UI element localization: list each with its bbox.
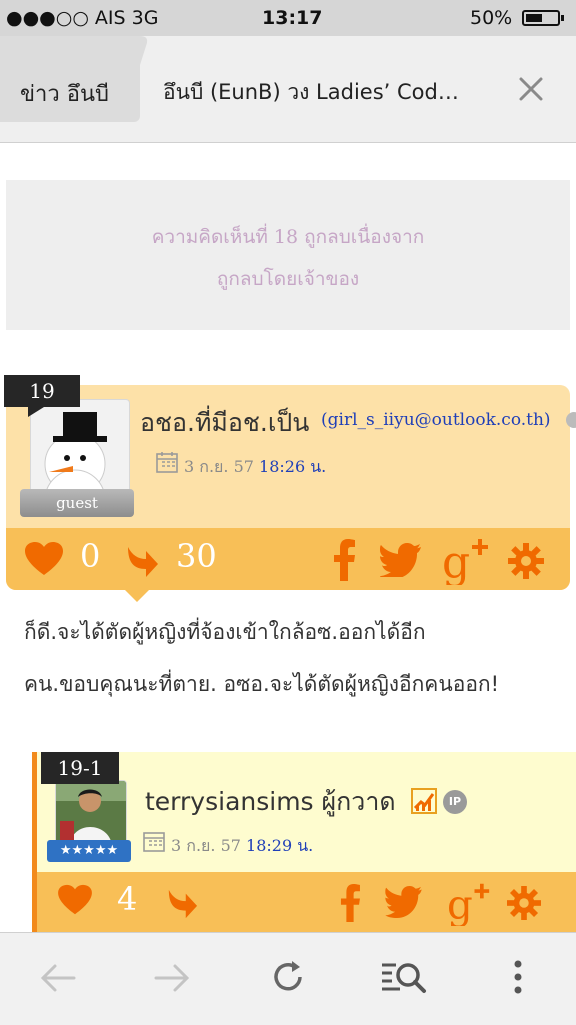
commenter-email[interactable]: (girl_s_iiyu@outlook.co.th) xyxy=(321,410,551,430)
reply-like-count: 4 xyxy=(117,880,138,918)
tab-edge-shape xyxy=(112,36,148,122)
number-tag-tail xyxy=(28,407,44,417)
reply-date: 3 ก.ย. 57 18:29 น. xyxy=(171,836,314,855)
battery-icon xyxy=(522,10,564,26)
comment-date: 3 ก.ย. 57 18:26 น. xyxy=(184,457,327,476)
browser-toolbar xyxy=(0,932,576,1025)
reply-card: ★★★★★ 19-1 terrysiansims ผู้กวาด IP 3 ก.… xyxy=(32,752,576,932)
comment-body-line1: ก็ดี.จะได้ตัดผู้หญิงที่จ้องเข้าใกล้อซ.ออ… xyxy=(24,620,426,644)
card-pointer xyxy=(122,587,152,602)
snowman-icon xyxy=(44,412,107,531)
twitter-icon[interactable] xyxy=(385,886,423,918)
calendar-icon xyxy=(156,452,178,473)
comment-body-line2: คน.ขอบคุณนะที่ตาย. อซอ.จะได้ตัดผู้หญิงอี… xyxy=(24,672,500,696)
chart-badge-icon xyxy=(411,788,437,814)
scroll-indicator xyxy=(566,412,576,428)
ip-badge: IP xyxy=(443,790,467,814)
comment-number: 19 xyxy=(4,375,80,407)
close-tab-icon[interactable] xyxy=(514,72,548,106)
heart-icon[interactable] xyxy=(24,541,64,577)
google-plus-icon[interactable]: g xyxy=(447,880,491,926)
comment-body: ก็ดี.จะได้ตัดผู้หญิงที่จ้องเข้าใกล้อซ.ออ… xyxy=(24,606,569,710)
tab-bar: ข่าว อึนบี อึนบี (EunB) วง Ladies’ Cod… xyxy=(0,36,576,143)
avatar[interactable] xyxy=(30,399,130,531)
gear-icon[interactable] xyxy=(508,543,544,579)
svg-text:g: g xyxy=(447,882,473,926)
deleted-comment-notice: ความคิดเห็นที่ 18 ถูกลบเนื่องจาก ถูกลบโด… xyxy=(6,180,570,330)
reply-number: 19-1 xyxy=(41,752,119,784)
deleted-notice-line2: ถูกลบโดยเจ้าของ xyxy=(216,268,360,290)
clock: 13:17 xyxy=(262,7,323,29)
comment-card: guest 19 อชอ.ที่มีอช.เป็น (girl_s_iiyu@o… xyxy=(4,375,570,602)
google-plus-icon[interactable]: g xyxy=(442,535,490,585)
reload-icon[interactable] xyxy=(270,959,306,995)
like-count: 0 xyxy=(80,537,101,575)
back-arrow-icon[interactable] xyxy=(40,963,76,993)
profile-photo xyxy=(56,781,126,845)
more-options-icon[interactable] xyxy=(510,959,526,995)
replier-name[interactable]: terrysiansims ผู้กวาด xyxy=(145,782,409,822)
gear-icon[interactable] xyxy=(507,886,541,920)
user-role-badge: guest xyxy=(20,489,134,517)
deleted-notice-line1: ความคิดเห็นที่ 18 ถูกลบเนื่องจาก xyxy=(151,226,425,248)
reply-arrow-icon[interactable] xyxy=(124,545,160,579)
status-bar: ●●●○○ AIS 3G 13:17 50% xyxy=(0,0,576,36)
heart-icon[interactable] xyxy=(57,884,93,916)
forward-arrow-icon[interactable] xyxy=(154,963,190,993)
battery-percent: 50% xyxy=(470,7,513,29)
tab-label: ข่าว อึนบี xyxy=(20,82,109,107)
find-in-page-icon[interactable] xyxy=(380,959,428,995)
reply-arrow-icon[interactable] xyxy=(165,888,199,920)
svg-text:g: g xyxy=(442,537,470,585)
facebook-icon[interactable] xyxy=(332,539,356,581)
carrier-signal: ●●●○○ AIS 3G xyxy=(6,7,159,29)
tab-label-active: อึนบี (EunB) วง Ladies’ Cod… xyxy=(163,80,459,104)
calendar-icon xyxy=(143,832,165,852)
twitter-icon[interactable] xyxy=(380,543,422,577)
reply-count: 30 xyxy=(176,537,217,575)
rank-stars-badge: ★★★★★ xyxy=(47,840,131,862)
facebook-icon[interactable] xyxy=(339,884,361,922)
reply-avatar[interactable] xyxy=(55,780,127,846)
commenter-name[interactable]: อชอ.ที่มีอช.เป็น xyxy=(140,403,309,443)
